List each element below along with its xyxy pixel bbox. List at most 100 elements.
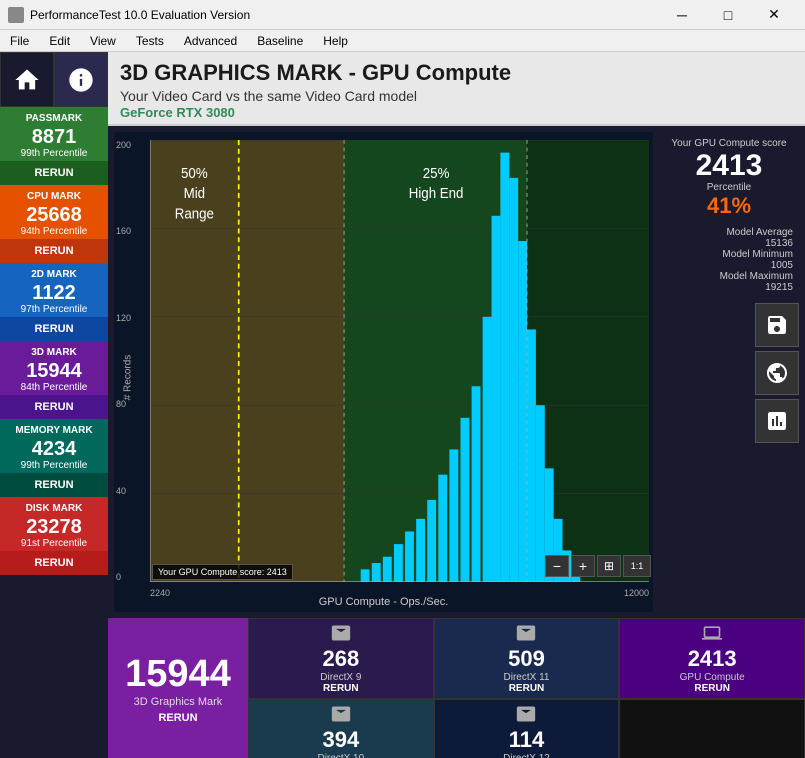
content-header: 3D GRAPHICS MARK - GPU Compute Your Vide… xyxy=(108,52,805,126)
save-results-button[interactable] xyxy=(755,303,799,347)
score-tooltip: Your GPU Compute score: 2413 xyxy=(152,564,293,580)
bottom-tiles: 15944 3D Graphics Mark RERUN 268 DirectX… xyxy=(108,618,805,758)
y-label-120: 120 xyxy=(116,313,131,323)
disk-section: DISK MARK 23278 91st Percentile xyxy=(0,497,108,551)
directx12-value: 114 xyxy=(509,727,545,753)
mark3d-tile: 15944 3D Graphics Mark RERUN xyxy=(108,618,248,758)
info-button[interactable] xyxy=(54,52,108,107)
mark3d-label: 3D MARK xyxy=(4,345,104,360)
memory-value: 4234 xyxy=(4,438,104,460)
content-area: 3D GRAPHICS MARK - GPU Compute Your Vide… xyxy=(108,52,805,758)
passmark-value: 8871 xyxy=(4,126,104,148)
mark3d-rerun-button[interactable]: RERUN xyxy=(4,398,104,416)
sub-tiles-grid: 268 DirectX 9 RERUN 509 DirectX 11 RERUN xyxy=(248,618,805,758)
y-label-0: 0 xyxy=(116,572,131,582)
gpu-compute-tile: 2413 GPU Compute RERUN xyxy=(619,618,805,699)
cpu-section: CPU MARK 25668 94th Percentile xyxy=(0,185,108,239)
sidebar: PASSMARK 8871 99th Percentile RERUN CPU … xyxy=(0,52,108,758)
score-display: Your GPU Compute score 2413 Percentile 4… xyxy=(659,132,799,299)
mark3d-percentile: 84th Percentile xyxy=(4,382,104,395)
zoom-fit-button[interactable]: ⊞ xyxy=(597,555,621,577)
right-icon-buttons xyxy=(659,303,799,443)
menu-bar: File Edit View Tests Advanced Baseline H… xyxy=(0,30,805,52)
globe-button[interactable] xyxy=(755,351,799,395)
app-body: PASSMARK 8871 99th Percentile RERUN CPU … xyxy=(0,52,805,758)
maximize-button[interactable]: □ xyxy=(705,0,751,30)
passmark-label: PASSMARK xyxy=(4,111,104,126)
svg-text:High End: High End xyxy=(409,185,464,202)
directx11-value: 509 xyxy=(508,646,545,672)
memory-label: MEMORY MARK xyxy=(4,423,104,438)
disk-rerun-section: RERUN xyxy=(0,551,108,575)
chart-svg: 50% Mid Range 25% High End xyxy=(150,140,649,582)
directx10-label: DirectX 10 xyxy=(317,753,364,758)
percentile-label: Percentile xyxy=(665,182,793,193)
chart-button[interactable] xyxy=(755,399,799,443)
directx9-tile: 268 DirectX 9 RERUN xyxy=(248,618,434,699)
percentile-value: 41% xyxy=(665,193,793,219)
your-score-value: 2413 xyxy=(665,149,793,182)
menu-tests[interactable]: Tests xyxy=(126,30,174,51)
y-label-160: 160 xyxy=(116,226,131,236)
directx10-tile: 394 DirectX 10 RERUN xyxy=(248,699,434,758)
app-icon xyxy=(8,7,24,23)
home-button[interactable] xyxy=(0,52,54,107)
cpu-rerun-button[interactable]: RERUN xyxy=(4,242,104,260)
passmark-section: PASSMARK 8871 99th Percentile xyxy=(0,107,108,161)
minimize-button[interactable]: ─ xyxy=(659,0,705,30)
menu-edit[interactable]: Edit xyxy=(39,30,80,51)
directx9-value: 268 xyxy=(322,646,359,672)
gpu-compute-label: GPU Compute xyxy=(680,672,745,683)
mark2d-percentile: 97th Percentile xyxy=(4,304,104,317)
svg-text:Mid: Mid xyxy=(184,185,205,202)
cpu-value: 25668 xyxy=(4,204,104,226)
menu-baseline[interactable]: Baseline xyxy=(247,30,313,51)
menu-advanced[interactable]: Advanced xyxy=(174,30,247,51)
right-panel: Your GPU Compute score 2413 Percentile 4… xyxy=(659,132,799,612)
passmark-rerun-section: RERUN xyxy=(0,161,108,185)
disk-label: DISK MARK xyxy=(4,501,104,516)
sidebar-top-icons xyxy=(0,52,108,107)
mark3d-tile-rerun-button[interactable]: RERUN xyxy=(158,712,197,724)
x-axis-title: GPU Compute - Ops./Sec. xyxy=(114,594,653,610)
directx11-label: DirectX 11 xyxy=(504,672,550,683)
zoom-reset-button[interactable]: 1:1 xyxy=(623,555,651,577)
directx12-tile: 114 DirectX 12 RERUN xyxy=(434,699,620,758)
window-controls: ─ □ ✕ xyxy=(659,0,797,30)
close-button[interactable]: ✕ xyxy=(751,0,797,30)
directx11-rerun-button[interactable]: RERUN xyxy=(509,683,545,694)
cpu-label: CPU MARK xyxy=(4,189,104,204)
cpu-percentile: 94th Percentile xyxy=(4,226,104,239)
empty-tile xyxy=(619,699,805,758)
disk-rerun-button[interactable]: RERUN xyxy=(4,554,104,572)
mark2d-rerun-section: RERUN xyxy=(0,317,108,341)
model-max-value: 19215 xyxy=(665,282,793,293)
mark3d-tile-label: 3D Graphics Mark xyxy=(134,696,223,708)
zoom-in-button[interactable]: + xyxy=(571,555,595,577)
directx9-rerun-button[interactable]: RERUN xyxy=(323,683,359,694)
menu-view[interactable]: View xyxy=(80,30,126,51)
zoom-out-button[interactable]: − xyxy=(545,555,569,577)
gpu-model: GeForce RTX 3080 xyxy=(120,105,793,120)
passmark-rerun-button[interactable]: RERUN xyxy=(4,164,104,182)
y-label-40: 40 xyxy=(116,486,131,496)
gpu-compute-rerun-button[interactable]: RERUN xyxy=(694,683,730,694)
disk-percentile: 91st Percentile xyxy=(4,538,104,551)
chart-container: # Records xyxy=(114,132,653,612)
mark3d-section: 3D MARK 15944 84th Percentile xyxy=(0,341,108,395)
memory-rerun-section: RERUN xyxy=(0,473,108,497)
memory-section: MEMORY MARK 4234 99th Percentile xyxy=(0,419,108,473)
mark2d-value: 1122 xyxy=(4,282,104,304)
page-subtitle: Your Video Card vs the same Video Card m… xyxy=(120,88,793,104)
mark3d-rerun-section: RERUN xyxy=(0,395,108,419)
model-avg-value: 15136 xyxy=(665,238,793,249)
memory-rerun-button[interactable]: RERUN xyxy=(4,476,104,494)
disk-value: 23278 xyxy=(4,516,104,538)
mark2d-rerun-button[interactable]: RERUN xyxy=(4,320,104,338)
page-title: 3D GRAPHICS MARK - GPU Compute xyxy=(120,60,793,86)
cpu-rerun-section: RERUN xyxy=(0,239,108,263)
mark2d-section: 2D MARK 1122 97th Percentile xyxy=(0,263,108,317)
menu-help[interactable]: Help xyxy=(313,30,358,51)
menu-file[interactable]: File xyxy=(0,30,39,51)
chart-inner: 50% Mid Range 25% High End 0 40 80 xyxy=(150,140,649,582)
